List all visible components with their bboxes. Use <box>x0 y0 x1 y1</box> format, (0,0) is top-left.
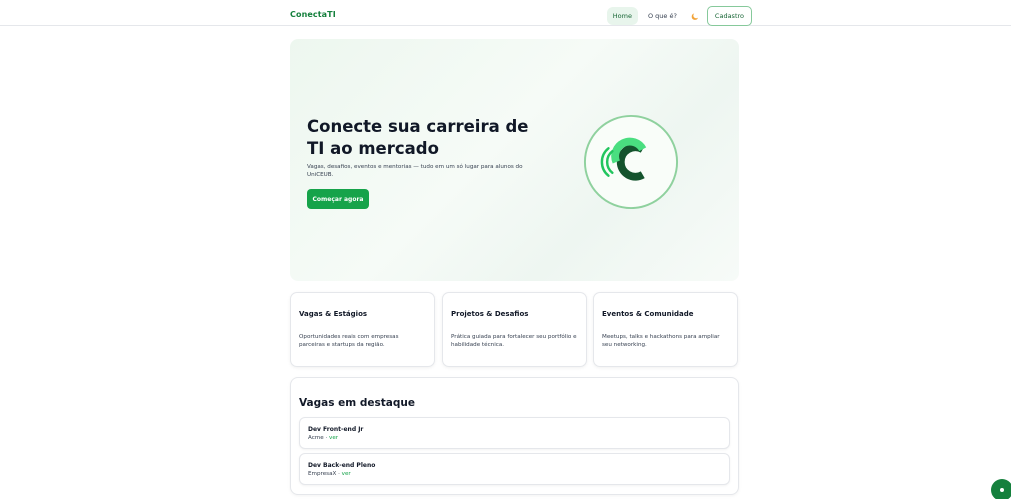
job-company: Acme <box>308 435 324 441</box>
chat-fab-button[interactable] <box>991 479 1011 499</box>
feature-description: Prática guiada para fortalecer seu portf… <box>451 334 577 348</box>
nav-home[interactable]: Home <box>606 7 638 25</box>
view-job-link[interactable]: ver <box>342 471 351 477</box>
job-title: Dev Back-end Pleno <box>308 462 376 469</box>
job-card[interactable]: Dev Front-end Jr Acme · ver <box>299 417 730 449</box>
feature-title: Vagas & Estágios <box>299 310 368 318</box>
job-meta: Acme · ver <box>308 434 721 442</box>
hero-section: Conecte sua carreira de TI ao mercado Va… <box>290 39 739 281</box>
brand-logo[interactable]: ConectaTI <box>290 10 336 19</box>
feature-title: Eventos & Comunidade <box>602 310 694 318</box>
nav-about[interactable]: O que é? <box>642 7 683 25</box>
get-started-button[interactable]: Começar agora <box>307 189 369 209</box>
feature-card-projects: Projetos & Desafios Prática guiada para … <box>442 292 587 367</box>
featured-jobs-section: Vagas em destaque Dev Front-end Jr Acme … <box>290 377 739 495</box>
feature-title: Projetos & Desafios <box>451 310 529 318</box>
job-company: EmpresaX <box>308 471 337 477</box>
view-job-link[interactable]: ver <box>329 435 338 441</box>
chat-icon <box>1000 488 1004 492</box>
top-navbar: ConectaTI Home O que é? Cadastro <box>0 0 1011 26</box>
hero-subtitle: Vagas, desafios, eventos e mentorias — t… <box>307 164 523 178</box>
feature-card-jobs: Vagas & Estágios Oportunidades reais com… <box>290 292 435 367</box>
feature-card-events: Eventos & Comunidade Meetups, talks e ha… <box>593 292 738 367</box>
feature-description: Oportunidades reais com empresas parceir… <box>299 334 399 348</box>
feature-description: Meetups, talks e hackathons para ampliar… <box>602 334 720 348</box>
moon-icon[interactable] <box>689 9 703 23</box>
job-title: Dev Front-end Jr <box>308 426 364 433</box>
main-nav: Home O que é? Cadastro <box>606 6 752 26</box>
job-meta: EmpresaX · ver <box>308 470 721 478</box>
hero-title: Conecte sua carreira de TI ao mercado <box>307 117 529 158</box>
section-title: Vagas em destaque <box>299 397 415 409</box>
conectati-logo-icon <box>582 113 680 211</box>
signup-button[interactable]: Cadastro <box>706 6 752 26</box>
job-card[interactable]: Dev Back-end Pleno EmpresaX · ver <box>299 453 730 485</box>
